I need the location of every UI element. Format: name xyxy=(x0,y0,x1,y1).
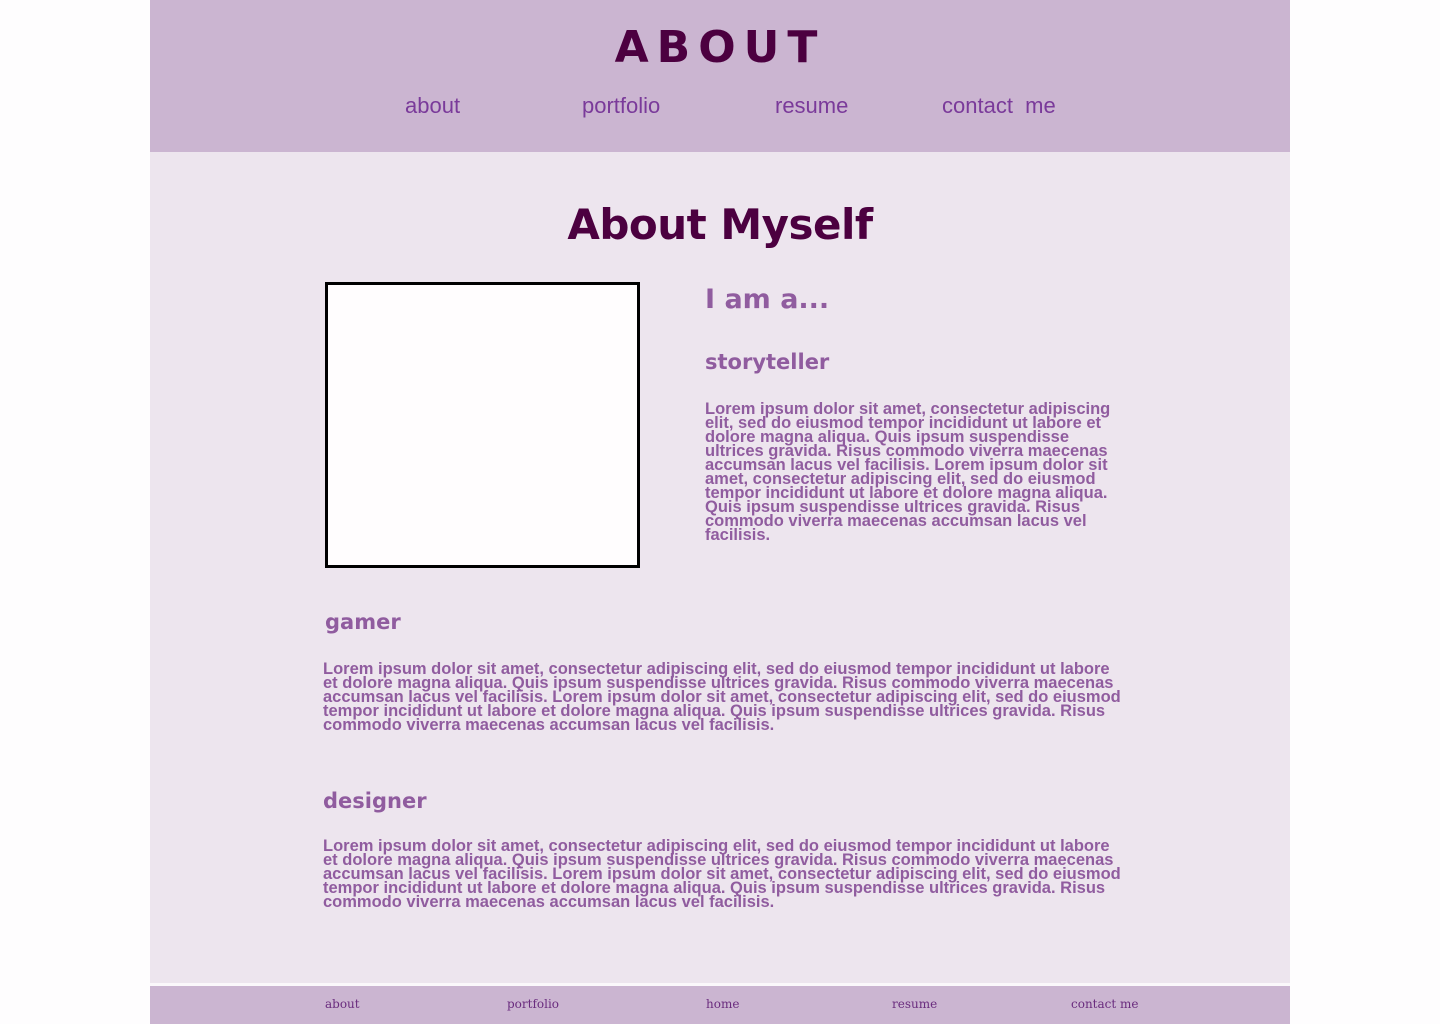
footer-link-portfolio[interactable]: portfolio xyxy=(507,996,559,1012)
nav-link-resume[interactable]: resume xyxy=(775,92,848,120)
site-header: ABOUT about portfolio resume contact me xyxy=(150,0,1290,152)
nav-link-about[interactable]: about xyxy=(405,92,460,120)
footer-link-about[interactable]: about xyxy=(325,996,360,1012)
site-title: ABOUT xyxy=(614,22,826,73)
section-text-storyteller: Lorem ipsum dolor sit amet, consectetur … xyxy=(705,400,1111,544)
footer-link-home[interactable]: home xyxy=(706,996,739,1012)
nav-link-contact-me[interactable]: contact me xyxy=(942,92,1056,120)
section-text-designer: Lorem ipsum dolor sit amet, consectetur … xyxy=(323,837,1121,911)
page-container: ABOUT about portfolio resume contact me … xyxy=(150,0,1290,1024)
intro-heading: I am a... xyxy=(705,284,830,315)
profile-photo-placeholder xyxy=(325,282,640,568)
page-title: About Myself xyxy=(567,200,873,249)
footer-link-contact-me[interactable]: contact me xyxy=(1071,996,1139,1012)
nav-link-portfolio[interactable]: portfolio xyxy=(582,92,660,120)
section-heading-storyteller: storyteller xyxy=(705,350,830,374)
section-heading-designer: designer xyxy=(323,789,427,813)
site-footer: about portfolio home resume contact me xyxy=(150,986,1290,1024)
section-heading-gamer: gamer xyxy=(325,610,401,634)
footer-link-resume[interactable]: resume xyxy=(892,996,937,1012)
section-text-gamer: Lorem ipsum dolor sit amet, consectetur … xyxy=(323,660,1121,734)
